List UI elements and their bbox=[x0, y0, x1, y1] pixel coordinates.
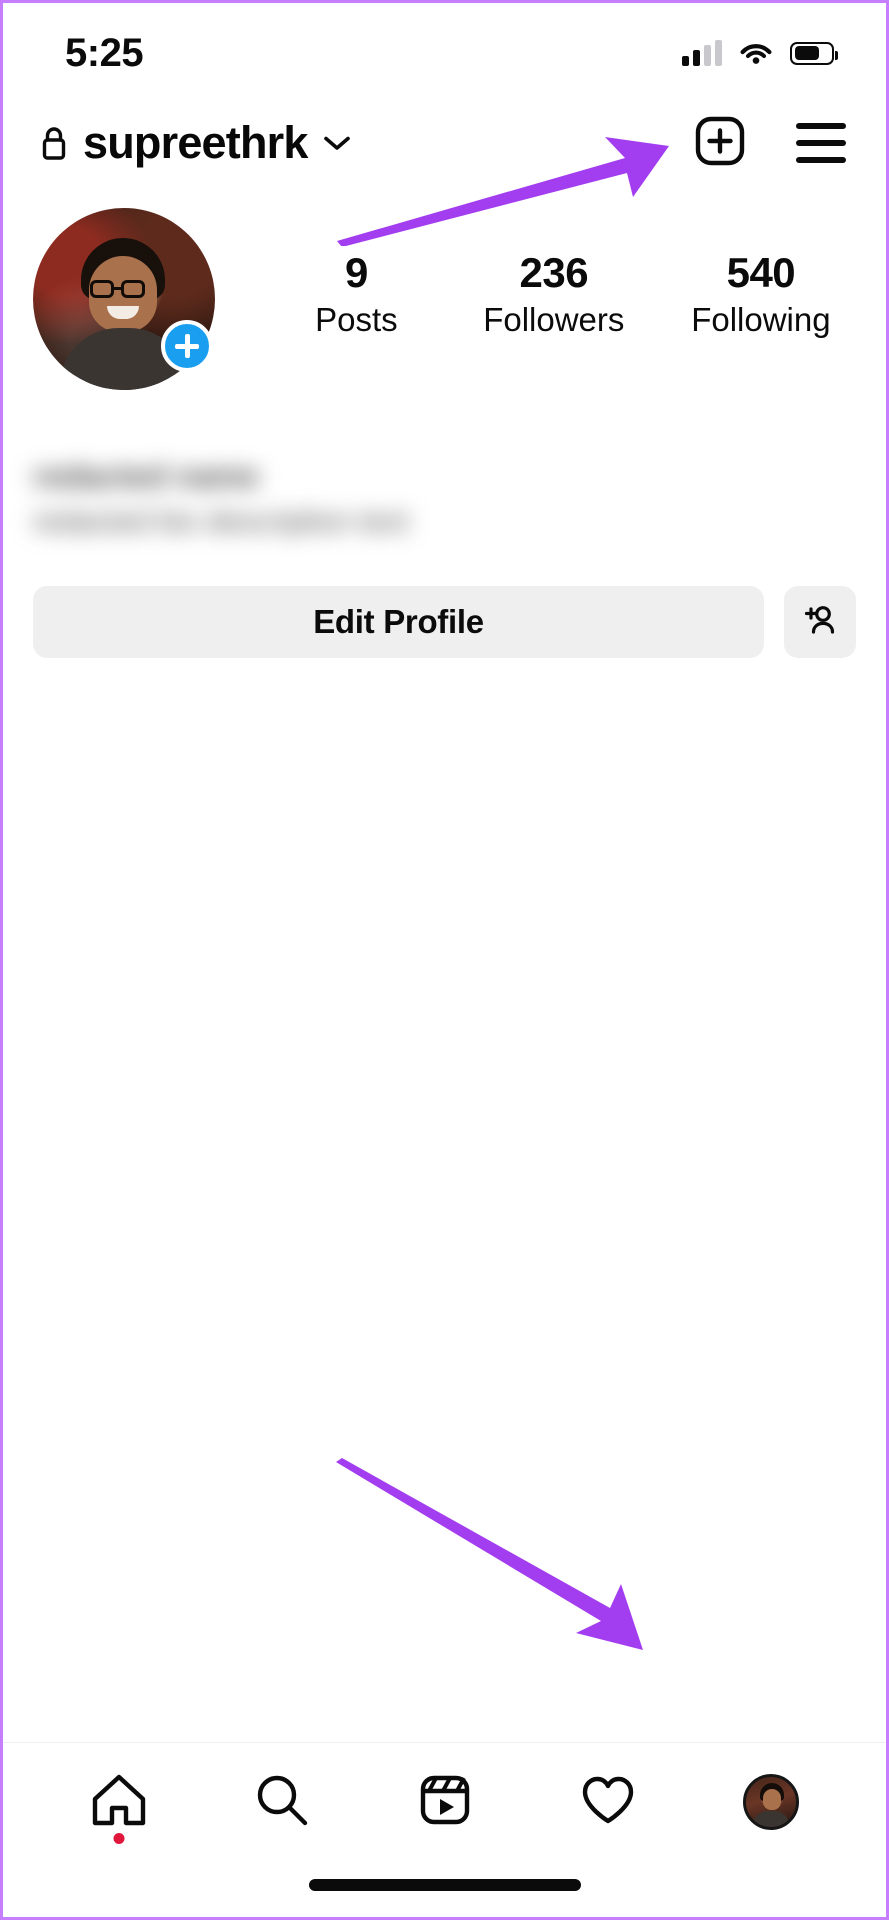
home-notification-badge bbox=[113, 1833, 124, 1844]
battery-icon bbox=[790, 41, 838, 65]
wifi-icon bbox=[740, 41, 772, 65]
username-dropdown-button[interactable]: supreethrk bbox=[39, 117, 352, 169]
chevron-down-icon[interactable] bbox=[322, 133, 352, 153]
edit-profile-button[interactable]: Edit Profile bbox=[33, 586, 764, 658]
status-bar: 5:25 bbox=[3, 3, 886, 103]
bio-description: redacted bio description text bbox=[33, 505, 409, 538]
plus-badge-icon[interactable] bbox=[161, 320, 213, 372]
home-icon bbox=[88, 1769, 150, 1836]
lock-icon bbox=[39, 124, 69, 162]
home-indicator bbox=[308, 1879, 581, 1891]
add-person-button[interactable] bbox=[784, 586, 856, 658]
stat-posts-value: 9 bbox=[344, 249, 368, 296]
bio-display-name: redacted name bbox=[33, 458, 259, 494]
stat-following[interactable]: 540 Following bbox=[691, 250, 830, 339]
stat-posts[interactable]: 9 Posts bbox=[296, 250, 416, 339]
profile-action-row: Edit Profile bbox=[33, 586, 856, 658]
stat-following-value: 540 bbox=[726, 249, 796, 296]
nav-item-profile[interactable] bbox=[723, 1754, 819, 1850]
nav-item-search[interactable] bbox=[234, 1754, 330, 1850]
add-person-icon bbox=[800, 601, 840, 644]
bottom-navigation-bar bbox=[3, 1742, 886, 1917]
stat-followers-value: 236 bbox=[519, 249, 589, 296]
reels-icon bbox=[414, 1769, 476, 1836]
nav-item-home[interactable] bbox=[71, 1754, 167, 1850]
profile-posts-grid-empty bbox=[3, 683, 886, 1742]
cellular-signal-icon bbox=[682, 40, 722, 66]
stat-followers-label: Followers bbox=[483, 301, 625, 339]
search-icon bbox=[251, 1769, 313, 1836]
username-text: supreethrk bbox=[83, 117, 308, 168]
header-actions bbox=[692, 113, 846, 174]
stat-following-label: Following bbox=[691, 301, 831, 339]
profile-summary-row: 9 Posts 236 Followers 540 Following bbox=[3, 208, 886, 390]
nav-item-reels[interactable] bbox=[397, 1754, 493, 1850]
heart-icon bbox=[577, 1769, 639, 1836]
stat-followers[interactable]: 236 Followers bbox=[483, 250, 624, 339]
avatar-container[interactable] bbox=[33, 208, 223, 390]
profile-stats: 9 Posts 236 Followers 540 Following bbox=[223, 208, 886, 339]
status-bar-clock: 5:25 bbox=[65, 30, 144, 75]
hamburger-menu-icon[interactable] bbox=[796, 123, 846, 163]
profile-bio: redacted name redacted bio description t… bbox=[33, 458, 713, 539]
new-post-plus-box-icon[interactable] bbox=[692, 113, 748, 174]
phone-screen: 5:25 supreethrk 9 Posts 236 Followers 54… bbox=[0, 0, 889, 1920]
status-bar-icons bbox=[682, 40, 838, 66]
profile-header-bar: supreethrk bbox=[3, 103, 886, 183]
stat-posts-label: Posts bbox=[315, 301, 398, 339]
nav-item-activity[interactable] bbox=[560, 1754, 656, 1850]
profile-avatar-icon bbox=[742, 1774, 799, 1830]
bottom-nav-items bbox=[3, 1743, 886, 1861]
